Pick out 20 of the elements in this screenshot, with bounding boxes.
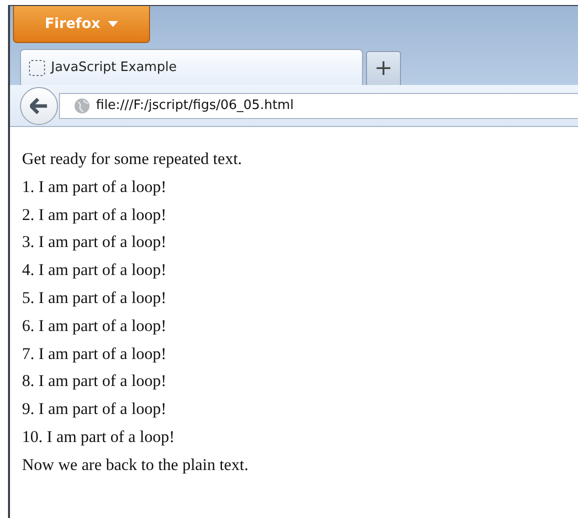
text-line: 9. I am part of a loop! xyxy=(22,398,166,420)
text-line: Get ready for some repeated text. xyxy=(22,148,242,170)
browser-tab[interactable]: JavaScript Example xyxy=(20,49,363,85)
text-line: 3. I am part of a loop! xyxy=(22,231,166,254)
globe-icon xyxy=(74,98,90,114)
address-bar[interactable]: file:///F:/jscript/figs/06_05.html xyxy=(59,92,578,118)
text-line: 6. I am part of a loop! xyxy=(22,314,166,337)
text-line: 2. I am part of a loop! xyxy=(22,204,166,226)
page-icon xyxy=(29,60,45,76)
text-line: Now we are back to the plain text. xyxy=(22,454,248,476)
text-line: 1. I am part of a loop! xyxy=(22,176,166,198)
back-arrow-icon xyxy=(30,98,48,114)
text-line: 10. I am part of a loop! xyxy=(22,426,175,448)
text-line: 5. I am part of a loop! xyxy=(22,286,166,309)
text-line: 8. I am part of a loop! xyxy=(22,370,166,392)
text-line: 4. I am part of a loop! xyxy=(22,259,166,282)
back-button[interactable] xyxy=(20,86,58,124)
new-tab-button[interactable]: + xyxy=(366,51,401,85)
caret-icon xyxy=(108,21,118,27)
text-line: 7. I am part of a loop! xyxy=(22,342,166,365)
